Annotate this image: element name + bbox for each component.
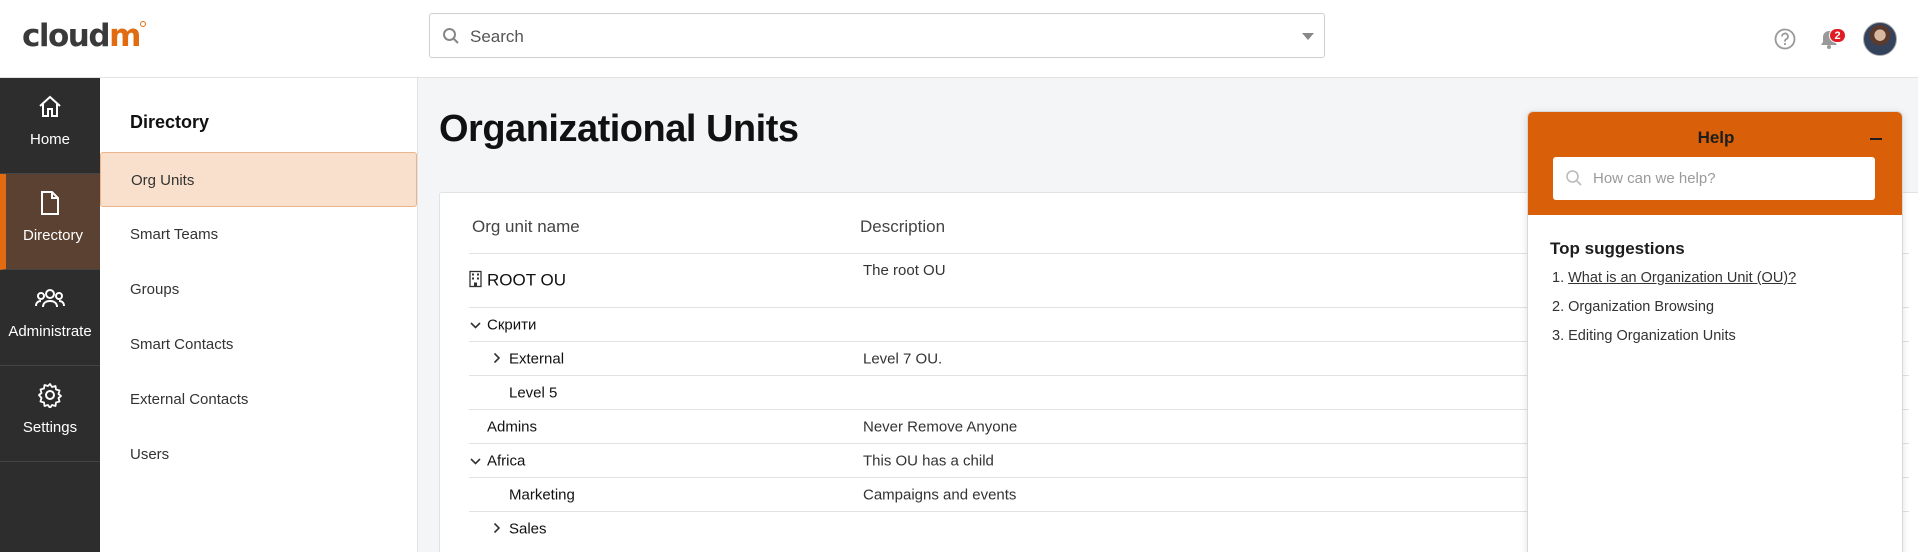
logo-accent: m bbox=[109, 18, 141, 54]
subnav-item-groups[interactable]: Groups bbox=[100, 262, 418, 317]
org-unit-name: External bbox=[491, 350, 564, 367]
nav-item-directory[interactable]: Directory bbox=[0, 174, 100, 270]
chevron-right-icon[interactable] bbox=[491, 520, 503, 537]
org-unit-label[interactable]: ROOT OU bbox=[487, 271, 566, 291]
suggestion-item[interactable]: 1. What is an Organization Unit (OU)? bbox=[1552, 270, 1796, 286]
users-icon bbox=[35, 289, 65, 308]
subnav-item-org-units[interactable]: Org Units bbox=[100, 152, 417, 207]
nav-item-label: Directory bbox=[22, 227, 83, 244]
suggestion-label: Organization Browsing bbox=[1568, 299, 1715, 315]
nav-item-label: Administrate bbox=[8, 323, 92, 340]
suggestion-number: 2. bbox=[1552, 299, 1565, 315]
suggestion-link[interactable]: What is an Organization Unit (OU)? bbox=[1568, 270, 1796, 286]
chevron-down-icon[interactable] bbox=[1302, 33, 1314, 40]
left-nav: Home Directory Administrate Settings bbox=[0, 78, 100, 552]
org-unit-label[interactable]: Marketing bbox=[509, 486, 575, 503]
logo-text: cloud bbox=[22, 18, 111, 54]
org-unit-label[interactable]: Level 5 bbox=[509, 384, 557, 401]
suggestion-item[interactable]: 3. Editing Organization Units bbox=[1552, 328, 1736, 344]
minimize-icon[interactable] bbox=[1870, 138, 1882, 140]
help-circle-icon[interactable] bbox=[1774, 28, 1796, 50]
nav-item-label: Home bbox=[29, 131, 70, 148]
suggestion-item[interactable]: 2. Organization Browsing bbox=[1552, 299, 1714, 315]
subnav-item-users[interactable]: Users bbox=[100, 427, 418, 482]
subnav-item-smart-contacts[interactable]: Smart Contacts bbox=[100, 317, 418, 372]
gear-icon bbox=[38, 383, 62, 408]
org-unit-name: Marketing bbox=[491, 486, 575, 503]
global-search[interactable]: Search bbox=[429, 13, 1325, 58]
org-unit-name: Sales bbox=[491, 520, 547, 537]
avatar[interactable] bbox=[1863, 22, 1897, 56]
chevron-down-icon[interactable] bbox=[469, 316, 481, 333]
org-unit-label[interactable]: Admins bbox=[487, 418, 537, 435]
logo-dot bbox=[139, 21, 146, 27]
org-unit-name: Скрити bbox=[469, 316, 536, 333]
search-icon bbox=[1566, 170, 1582, 186]
org-unit-name: Admins bbox=[469, 418, 537, 435]
org-unit-name: Africa bbox=[469, 452, 525, 469]
org-unit-description: This OU has a child bbox=[863, 452, 994, 469]
search-placeholder: Search bbox=[470, 27, 524, 46]
org-unit-label[interactable]: Sales bbox=[509, 520, 547, 537]
org-unit-description: Never Remove Anyone bbox=[863, 418, 1018, 435]
suggestion-number: 3. bbox=[1552, 328, 1565, 344]
nav-item-label: Settings bbox=[22, 419, 78, 436]
chevron-down-icon[interactable] bbox=[469, 452, 481, 469]
subnav-item-external-contacts[interactable]: External Contacts bbox=[100, 372, 418, 427]
org-unit-description: Campaigns and events bbox=[863, 486, 1017, 503]
home-icon bbox=[39, 95, 61, 117]
building-icon bbox=[469, 270, 482, 291]
suggestion-label: Editing Organization Units bbox=[1568, 328, 1736, 344]
org-unit-description: Level 7 OU. bbox=[863, 350, 943, 367]
subnav-heading: Directory bbox=[130, 112, 210, 132]
top-bar: cloudm Search 2 bbox=[0, 0, 1918, 78]
help-title: Help bbox=[1697, 128, 1735, 147]
page-title: Organizational Units bbox=[439, 108, 799, 150]
search-icon bbox=[443, 28, 459, 44]
org-unit-description: The root OU bbox=[863, 262, 946, 279]
org-unit-label[interactable]: Africa bbox=[487, 452, 525, 469]
suggestion-number: 1. bbox=[1552, 270, 1565, 286]
help-header: Help How can we help? bbox=[1528, 112, 1902, 215]
org-unit-label[interactable]: External bbox=[509, 350, 564, 367]
directory-subnav: Directory Org Units Smart Teams Groups S… bbox=[100, 78, 418, 552]
org-unit-name: ROOT OU bbox=[469, 270, 566, 291]
nav-item-settings[interactable]: Settings bbox=[0, 366, 100, 462]
suggestions-heading: Top suggestions bbox=[1550, 239, 1685, 258]
org-unit-label[interactable]: Скрити bbox=[487, 316, 536, 333]
nav-item-administrate[interactable]: Administrate bbox=[0, 270, 100, 366]
notification-badge: 2 bbox=[1829, 28, 1846, 43]
column-header-description: Description bbox=[860, 217, 946, 236]
chevron-right-icon[interactable] bbox=[491, 350, 503, 367]
nav-item-home[interactable]: Home bbox=[0, 78, 100, 174]
cloudm-logo[interactable]: cloudm bbox=[22, 18, 146, 54]
help-panel: Help How can we help? Top suggestions 1.… bbox=[1527, 111, 1903, 552]
org-unit-name: Level 5 bbox=[491, 384, 557, 401]
help-search-placeholder: How can we help? bbox=[1593, 170, 1716, 187]
help-search-input[interactable]: How can we help? bbox=[1553, 157, 1875, 200]
column-header-name: Org unit name bbox=[472, 217, 580, 236]
document-icon bbox=[41, 191, 59, 215]
subnav-item-smart-teams[interactable]: Smart Teams bbox=[100, 207, 418, 262]
